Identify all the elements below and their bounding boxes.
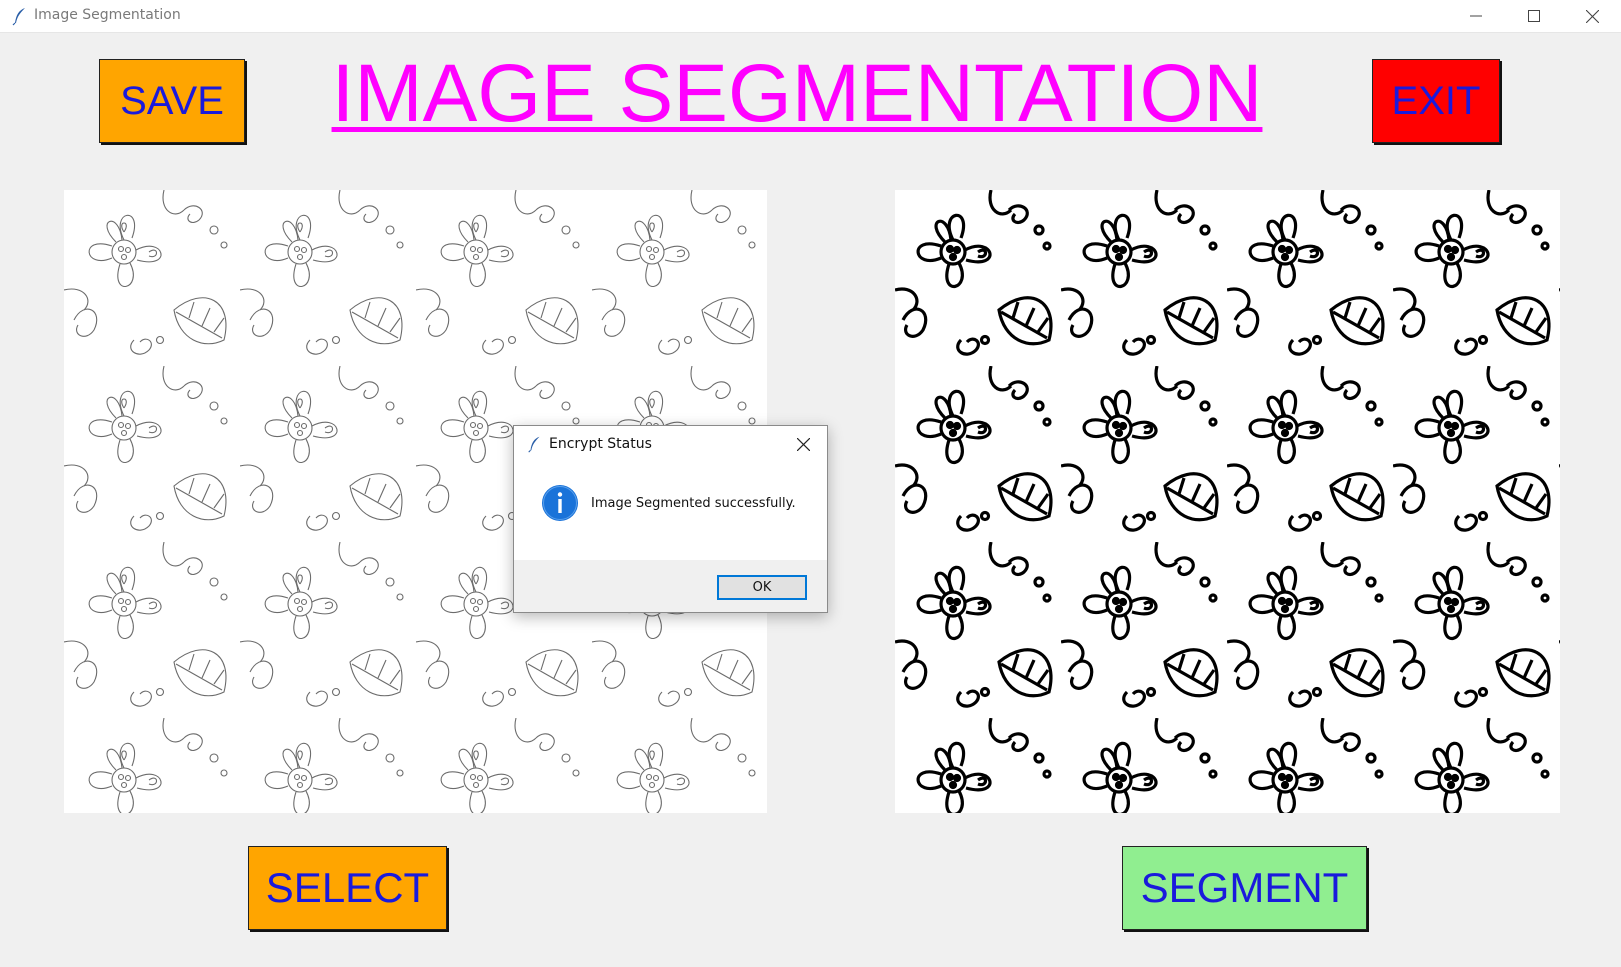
close-icon (1585, 9, 1599, 23)
ok-button[interactable]: OK (717, 575, 807, 600)
select-button[interactable]: SELECT (248, 846, 447, 930)
window-title: Image Segmentation (34, 7, 181, 23)
maximize-icon (1528, 10, 1540, 22)
close-icon (796, 437, 810, 451)
minimize-icon (1470, 15, 1482, 17)
segmented-image (895, 190, 1560, 813)
feather-icon (12, 8, 25, 26)
segment-button[interactable]: SEGMENT (1122, 846, 1367, 930)
exit-button[interactable]: EXIT (1372, 59, 1500, 143)
segmented-floral-art (895, 190, 1560, 813)
status-dialog: Encrypt Status Image Segmented successfu… (513, 425, 828, 613)
save-button[interactable]: SAVE (99, 59, 245, 143)
maximize-button[interactable] (1505, 0, 1563, 32)
window-titlebar: Image Segmentation (0, 0, 1621, 33)
info-icon (542, 485, 578, 521)
dialog-title: Encrypt Status (549, 436, 652, 452)
minimize-button[interactable] (1447, 0, 1505, 32)
app-window: Image Segmentation SAVE IMAGE SEGMENTATI… (0, 0, 1621, 967)
dialog-close-button[interactable] (794, 435, 812, 453)
dialog-message: Image Segmented successfully. (591, 496, 796, 511)
feather-icon (528, 436, 540, 453)
page-title: IMAGE SEGMENTATION (331, 48, 1263, 139)
dialog-titlebar: Encrypt Status (514, 426, 827, 462)
window-close-button[interactable] (1563, 0, 1621, 32)
